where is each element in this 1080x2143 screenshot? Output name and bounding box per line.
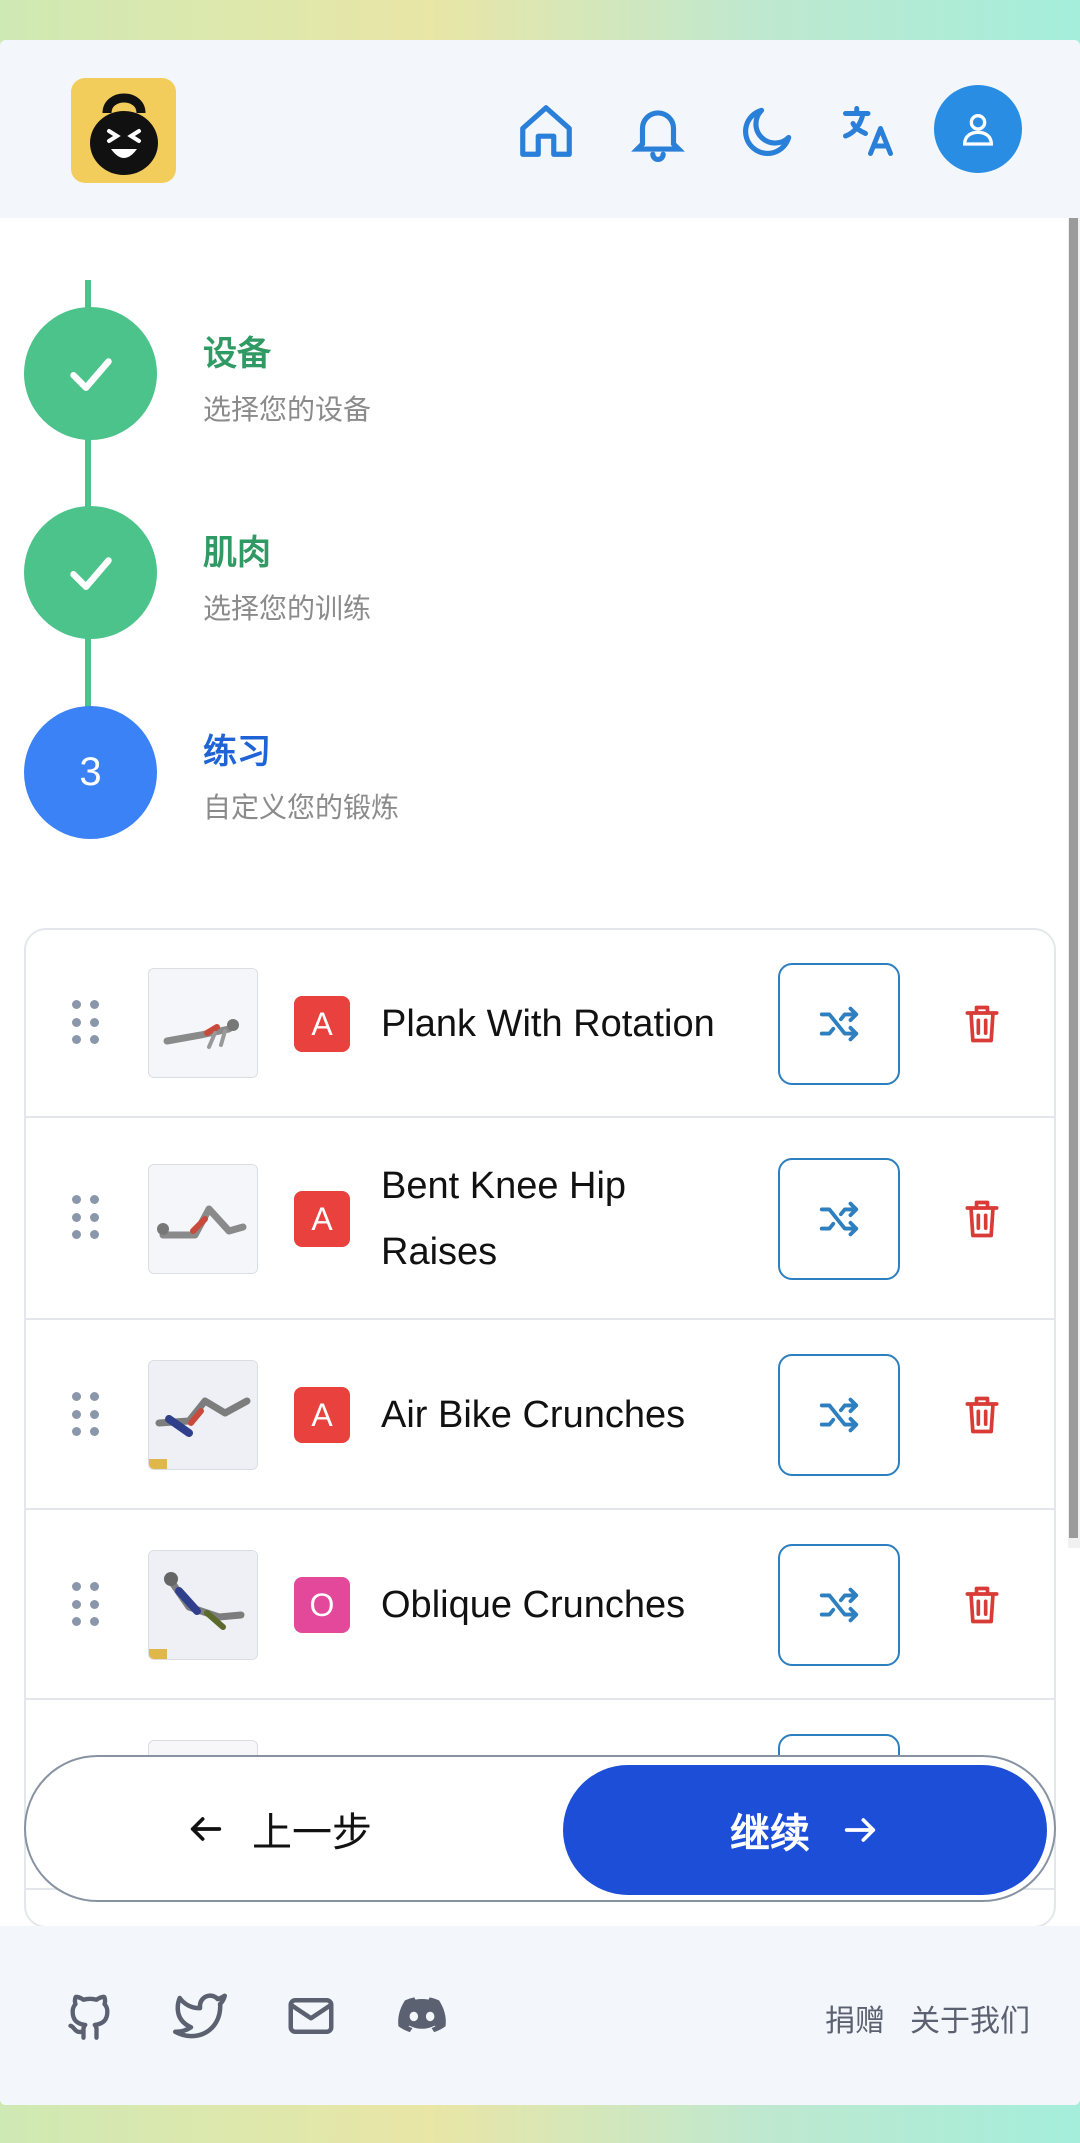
step-2-title: 肌肉 — [203, 534, 271, 572]
previous-step-button[interactable]: 上一步 — [186, 1793, 372, 1865]
continue-button[interactable]: 继续 — [563, 1765, 1047, 1895]
exercise-row[interactable]: A Bent Knee Hip Raises — [26, 1118, 1054, 1320]
exercise-row[interactable]: A Air Bike Crunches — [26, 1320, 1054, 1510]
trash-icon — [965, 1200, 999, 1238]
trash-icon — [965, 1396, 999, 1434]
continue-label: 继续 — [730, 1812, 810, 1856]
previous-step-label: 上一步 — [252, 1811, 372, 1855]
exercise-thumbnail — [148, 968, 258, 1078]
shuffle-exercise-button[interactable] — [778, 1544, 900, 1666]
shuffle-exercise-button[interactable] — [778, 1354, 900, 1476]
shuffle-exercise-button[interactable] — [778, 963, 900, 1085]
delete-exercise-button[interactable] — [954, 1577, 1010, 1633]
exercise-name: Bent Knee Hip Raises — [381, 1165, 627, 1273]
muscle-badge: A — [294, 996, 350, 1052]
drag-handle-icon[interactable] — [72, 1195, 102, 1243]
trash-icon — [965, 1005, 999, 1043]
mail-icon[interactable] — [283, 1988, 339, 2044]
kettlebell-logo[interactable] — [71, 78, 176, 183]
scrollbar-thumb[interactable] — [1069, 218, 1078, 1538]
footer: 捐赠 关于我们 — [0, 1926, 1080, 2105]
step-2-subtitle: 选择您的训练 — [203, 593, 372, 624]
user-avatar-button[interactable] — [934, 85, 1022, 173]
exercise-thumbnail — [148, 1164, 258, 1274]
muscle-badge: A — [294, 1191, 350, 1247]
exercise-name: Air Bike Crunches — [381, 1394, 686, 1436]
shuffle-icon — [819, 1587, 859, 1623]
shuffle-icon — [819, 1397, 859, 1433]
step-3-title: 练习 — [203, 733, 271, 771]
step-3-number: 3 — [24, 706, 157, 839]
arrow-left-icon — [190, 1817, 222, 1841]
app-frame: 设备 选择您的设备 肌肉 选择您的训练 3 练习 自定义您的锻炼 A Plank… — [0, 40, 1080, 2105]
bell-icon[interactable] — [623, 96, 693, 166]
delete-exercise-button[interactable] — [954, 996, 1010, 1052]
drag-handle-icon[interactable] — [72, 1000, 102, 1048]
donate-link[interactable]: 捐赠 — [825, 1996, 885, 2040]
step-1-title: 设备 — [203, 335, 271, 373]
shuffle-icon — [819, 1201, 859, 1237]
step-1-subtitle: 选择您的设备 — [203, 394, 372, 425]
delete-exercise-button[interactable] — [954, 1191, 1010, 1247]
exercise-name: Plank With Rotation — [381, 1003, 715, 1045]
user-icon — [962, 114, 994, 146]
drag-handle-icon[interactable] — [72, 1582, 102, 1630]
top-header — [0, 40, 1080, 218]
about-us-link[interactable]: 关于我们 — [910, 1996, 1030, 2040]
exercise-thumbnail — [148, 1360, 258, 1470]
exercise-thumbnail — [148, 1550, 258, 1660]
arrow-right-icon — [844, 1818, 876, 1842]
exercise-row[interactable]: A Plank With Rotation — [26, 930, 1054, 1118]
muscle-badge: A — [294, 1387, 350, 1443]
shuffle-exercise-button[interactable] — [778, 1158, 900, 1280]
moon-icon[interactable] — [733, 96, 803, 166]
delete-exercise-button[interactable] — [954, 1387, 1010, 1443]
home-icon[interactable] — [511, 96, 581, 166]
muscle-badge: O — [294, 1577, 350, 1633]
translate-icon[interactable] — [833, 96, 903, 166]
discord-icon[interactable] — [394, 1988, 450, 2044]
step-1-check-icon — [24, 307, 157, 440]
twitter-icon[interactable] — [172, 1988, 228, 2044]
step-navigation-bar: 上一步 继续 — [24, 1755, 1056, 1902]
github-icon[interactable] — [62, 1988, 118, 2044]
trash-icon — [965, 1586, 999, 1624]
step-3-subtitle: 自定义您的锻炼 — [203, 792, 400, 823]
shuffle-icon — [819, 1006, 859, 1042]
exercise-name: Oblique Crunches — [381, 1584, 686, 1626]
drag-handle-icon[interactable] — [72, 1392, 102, 1440]
exercise-row[interactable]: O Oblique Crunches — [26, 1510, 1054, 1700]
step-2-check-icon — [24, 506, 157, 639]
